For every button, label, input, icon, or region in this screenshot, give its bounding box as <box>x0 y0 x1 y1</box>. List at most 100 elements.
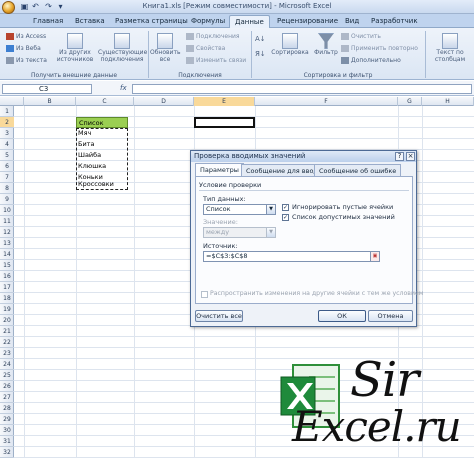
edit-links-icon <box>186 57 194 64</box>
row-header[interactable]: 25 <box>0 370 14 381</box>
list-header-cell[interactable]: Список <box>76 117 128 128</box>
row-header[interactable]: 20 <box>0 315 14 326</box>
tab-review[interactable]: Рецензирование <box>272 15 343 28</box>
row-header[interactable]: 23 <box>0 348 14 359</box>
row-header[interactable]: 10 <box>0 205 14 216</box>
row-header[interactable]: 14 <box>0 249 14 260</box>
tab-view[interactable]: Вид <box>340 15 364 28</box>
ok-button[interactable]: ОК <box>318 310 366 322</box>
ignore-blank-checkbox[interactable]: ✓ <box>282 204 289 211</box>
clear-all-button[interactable]: Очистить все <box>195 310 243 322</box>
group-label-connections: Подключения <box>178 72 222 79</box>
column-header-d[interactable]: D <box>134 97 194 106</box>
text-file-icon <box>6 57 14 64</box>
row-header[interactable]: 32 <box>0 447 14 458</box>
row-header[interactable]: 19 <box>0 304 14 315</box>
clear-button[interactable]: Очистить <box>341 33 381 40</box>
row-header[interactable]: 21 <box>0 326 14 337</box>
sort-button[interactable]: Сортировка <box>270 33 310 56</box>
tab-data[interactable]: Данные <box>229 15 270 28</box>
edit-links-button[interactable]: Изменить связи <box>186 57 246 64</box>
tab-developer[interactable]: Разработчик <box>366 15 423 28</box>
tab-error-alert[interactable]: Сообщение об ошибке <box>314 164 402 176</box>
cancel-button[interactable]: Отмена <box>368 310 413 322</box>
close-button[interactable]: × <box>406 152 415 161</box>
row-header[interactable]: 1 <box>0 106 14 117</box>
sort-az-icon[interactable]: А↓ <box>255 35 266 43</box>
row-header[interactable]: 17 <box>0 282 14 293</box>
row-header[interactable]: 4 <box>0 139 14 150</box>
apply-all-label: Распространить изменения на другие ячейк… <box>210 290 424 297</box>
column-header-f[interactable]: F <box>255 97 398 106</box>
row-header[interactable]: 30 <box>0 425 14 436</box>
column-header-h[interactable]: H <box>422 97 474 106</box>
tab-parameters[interactable]: Параметры <box>195 163 244 176</box>
row-header[interactable]: 12 <box>0 227 14 238</box>
dropdown-list-checkbox[interactable]: ✓ <box>282 214 289 221</box>
chevron-down-icon[interactable]: ▼ <box>266 205 275 214</box>
group-separator <box>148 31 149 78</box>
row-header[interactable]: 11 <box>0 216 14 227</box>
data-type-select[interactable]: Список ▼ <box>203 204 276 215</box>
group-separator <box>425 31 426 78</box>
apply-all-checkbox[interactable] <box>201 291 208 298</box>
active-cell-e2[interactable] <box>194 117 255 128</box>
refresh-all-button[interactable]: Обновить все <box>150 33 180 63</box>
row-header[interactable]: 8 <box>0 183 14 194</box>
from-web-button[interactable]: Из Веба <box>6 45 41 52</box>
row-header[interactable]: 24 <box>0 359 14 370</box>
row-header[interactable]: 22 <box>0 337 14 348</box>
clear-label: Очистить <box>351 33 381 40</box>
existing-connections-button[interactable]: Существующие подключения <box>98 33 147 63</box>
source-input[interactable]: =$C$3:$C$8 ▣ <box>203 251 380 262</box>
row-header[interactable]: 28 <box>0 403 14 414</box>
row-header[interactable]: 9 <box>0 194 14 205</box>
filter-button[interactable]: Фильтр <box>312 33 340 56</box>
formula-input[interactable] <box>132 84 472 94</box>
access-icon <box>6 33 14 40</box>
data-type-value: Список <box>206 205 231 213</box>
tab-home[interactable]: Главная <box>28 15 68 28</box>
row-header[interactable]: 5 <box>0 150 14 161</box>
row-header[interactable]: 13 <box>0 238 14 249</box>
column-header-g[interactable]: G <box>398 97 422 106</box>
advanced-button[interactable]: Дополнительно <box>341 57 401 64</box>
row-header[interactable]: 26 <box>0 381 14 392</box>
reapply-button[interactable]: Применить повторно <box>341 45 418 52</box>
column-header-b[interactable]: B <box>24 97 76 106</box>
row-header[interactable]: 31 <box>0 436 14 447</box>
tab-formulas[interactable]: Формулы <box>186 15 230 28</box>
text-to-columns-label: Текст по столбцам <box>434 49 466 63</box>
help-button[interactable]: ? <box>395 152 404 161</box>
group-label-sort-filter: Сортировка и фильтр <box>303 72 373 79</box>
column-header-c[interactable]: C <box>76 97 134 106</box>
row-header[interactable]: 18 <box>0 293 14 304</box>
properties-label: Свойства <box>196 45 226 52</box>
tab-insert[interactable]: Вставка <box>70 15 110 28</box>
row-header[interactable]: 16 <box>0 271 14 282</box>
from-text-button[interactable]: Из текста <box>6 57 47 64</box>
row-header[interactable]: 7 <box>0 172 14 183</box>
tab-page-layout[interactable]: Разметка страницы <box>110 15 193 28</box>
properties-button[interactable]: Свойства <box>186 45 225 52</box>
row-header[interactable]: 29 <box>0 414 14 425</box>
connections-label: Подключения <box>196 33 240 40</box>
value-label: Значение: <box>203 218 238 226</box>
select-all-corner[interactable] <box>14 97 24 106</box>
row-header[interactable]: 6 <box>0 161 14 172</box>
advanced-icon <box>341 57 349 64</box>
connections-button[interactable]: Подключения <box>186 33 240 40</box>
row-header[interactable]: 3 <box>0 128 14 139</box>
text-to-columns-button[interactable]: Текст по столбцам <box>428 33 472 63</box>
fx-icon[interactable]: fx <box>120 84 130 92</box>
from-access-button[interactable]: Из Access <box>6 33 46 40</box>
row-header[interactable]: 2 <box>0 117 14 128</box>
from-other-sources-button[interactable]: Из других источников <box>53 33 97 63</box>
row-header[interactable]: 27 <box>0 392 14 403</box>
sort-za-icon[interactable]: Я↓ <box>255 50 266 58</box>
row-header[interactable]: 15 <box>0 260 14 271</box>
name-box[interactable]: C3 <box>2 84 92 94</box>
from-access-label: Из Access <box>16 33 47 40</box>
column-header-e[interactable]: E <box>194 97 255 106</box>
range-select-icon[interactable]: ▣ <box>370 252 379 261</box>
